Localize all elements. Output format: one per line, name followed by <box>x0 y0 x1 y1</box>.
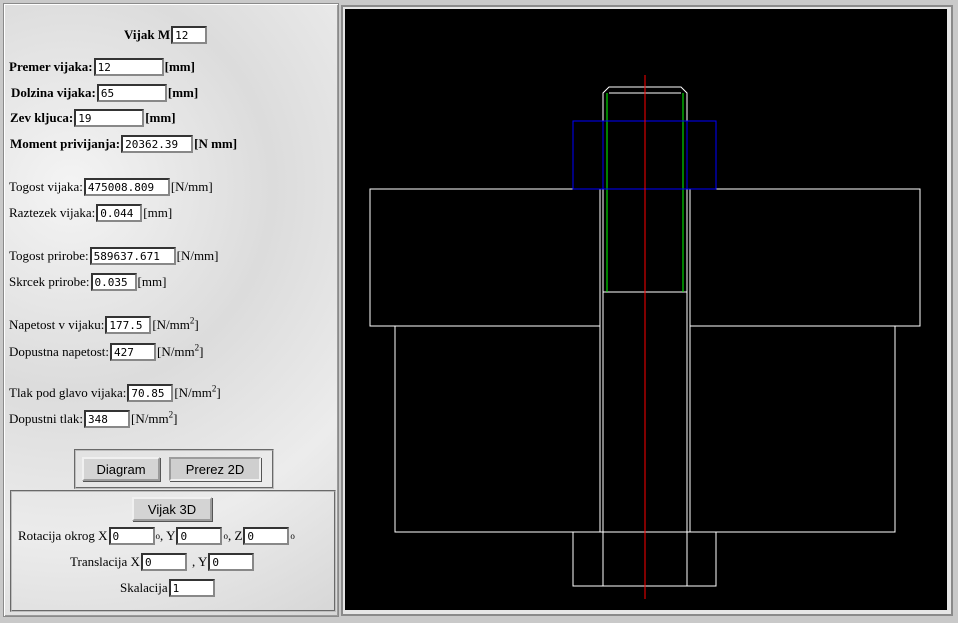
skrcek-input[interactable] <box>90 273 137 291</box>
dop-napetost-unit: [N/mm2] <box>157 342 204 359</box>
tlak-label: Tlak pod glavo vijaka: <box>9 385 127 400</box>
dop-tlak-label: Dopustni tlak: <box>9 411 84 426</box>
napetost-unit: [N/mm2] <box>152 315 199 332</box>
skrcek-row: Skrcek prirobe: [mm] <box>9 273 166 291</box>
dolzina-row: Dolzina vijaka: [mm] <box>11 84 198 102</box>
tlak-row: Tlak pod glavo vijaka: [N/mm2] <box>9 384 221 402</box>
moment-input[interactable] <box>121 135 194 153</box>
raztezek-input[interactable] <box>96 204 143 222</box>
dolzina-label: Dolzina vijaka: <box>11 85 96 100</box>
rotation-label: Rotacija okrog X <box>18 528 108 543</box>
prerez-2d-button[interactable]: Prerez 2D <box>169 457 261 481</box>
premer-unit: [mm] <box>164 59 195 74</box>
bolt-section-drawing <box>369 75 921 599</box>
premer-input[interactable] <box>93 58 164 76</box>
dop-napetost-label: Dopustna napetost: <box>9 344 110 359</box>
vijak-m-input[interactable] <box>171 26 208 44</box>
scale-input[interactable] <box>168 579 215 597</box>
lower-flange-right <box>689 325 896 533</box>
dop-napetost-input[interactable] <box>110 343 157 361</box>
zev-input[interactable] <box>74 109 145 127</box>
translation-label: Translacija X <box>70 554 140 569</box>
dolzina-input[interactable] <box>96 84 167 102</box>
translation-y-input[interactable] <box>208 553 255 571</box>
togost-prirobe-input[interactable] <box>89 247 176 265</box>
parameters-panel: Vijak M Premer vijaka: [mm] Dolzina vija… <box>3 3 339 617</box>
raztezek-row: Raztezek vijaka: [mm] <box>9 204 172 222</box>
togost-prirobe-label: Togost prirobe: <box>9 248 89 263</box>
translation-row: Translacija X , Y <box>70 553 255 571</box>
napetost-label: Napetost v vijaku: <box>9 317 105 332</box>
skrcek-unit: [mm] <box>137 274 167 289</box>
togost-vijaka-row: Togost vijaka: [N/mm] <box>9 178 213 196</box>
premer-label: Premer vijaka: <box>9 59 93 74</box>
vijak-m-row: Vijak M <box>124 26 208 44</box>
vijak-m-label: Vijak M <box>124 27 171 42</box>
scale-label: Skalacija <box>120 580 168 595</box>
drawing-frame <box>341 5 953 616</box>
skrcek-label: Skrcek prirobe: <box>9 274 90 289</box>
moment-unit: [N mm] <box>194 136 238 151</box>
raztezek-unit: [mm] <box>143 205 173 220</box>
moment-row: Moment privijanja: [N mm] <box>10 135 237 153</box>
raztezek-label: Raztezek vijaka: <box>9 205 96 220</box>
translation-x-input[interactable] <box>140 553 187 571</box>
togost-prirobe-row: Togost prirobe: [N/mm] <box>9 247 219 265</box>
zev-row: Zev kljuca: [mm] <box>10 109 176 127</box>
zev-label: Zev kljuca: <box>10 110 74 125</box>
rotation-y-sep: , Y <box>160 528 176 543</box>
dop-napetost-row: Dopustna napetost: [N/mm2] <box>9 343 203 361</box>
tlak-input[interactable] <box>127 384 174 402</box>
rotation-y-input[interactable] <box>176 527 223 545</box>
dop-tlak-row: Dopustni tlak: [N/mm2] <box>9 410 177 428</box>
togost-prirobe-unit: [N/mm] <box>176 248 219 263</box>
translation-y-sep: , Y <box>191 554 208 569</box>
scale-row: Skalacija <box>120 579 216 597</box>
diagram-button[interactable]: Diagram <box>82 457 160 481</box>
vijak-3d-button[interactable]: Vijak 3D <box>132 497 212 521</box>
napetost-row: Napetost v vijaku: [N/mm2] <box>9 316 199 334</box>
dolzina-unit: [mm] <box>167 85 199 100</box>
rotation-row: Rotacija okrog X o , Y o , Z o <box>18 527 295 545</box>
napetost-input[interactable] <box>105 316 152 334</box>
dop-tlak-input[interactable] <box>84 410 131 428</box>
dop-tlak-unit: [N/mm2] <box>131 409 178 426</box>
drawing-canvas[interactable] <box>345 9 947 610</box>
upper-flange-right <box>689 188 921 327</box>
rotation-x-input[interactable] <box>108 527 155 545</box>
moment-label: Moment privijanja: <box>10 136 121 151</box>
premer-row: Premer vijaka: [mm] <box>9 58 195 76</box>
togost-vijaka-unit: [N/mm] <box>170 179 213 194</box>
upper-flange-left <box>369 188 601 327</box>
lower-flange-left <box>394 325 601 533</box>
togost-vijaka-label: Togost vijaka: <box>9 179 83 194</box>
togost-vijaka-input[interactable] <box>83 178 170 196</box>
tlak-unit: [N/mm2] <box>174 383 221 400</box>
rotation-z-input[interactable] <box>243 527 290 545</box>
rotation-z-sep: , Z <box>227 528 243 543</box>
zev-unit: [mm] <box>145 110 176 125</box>
